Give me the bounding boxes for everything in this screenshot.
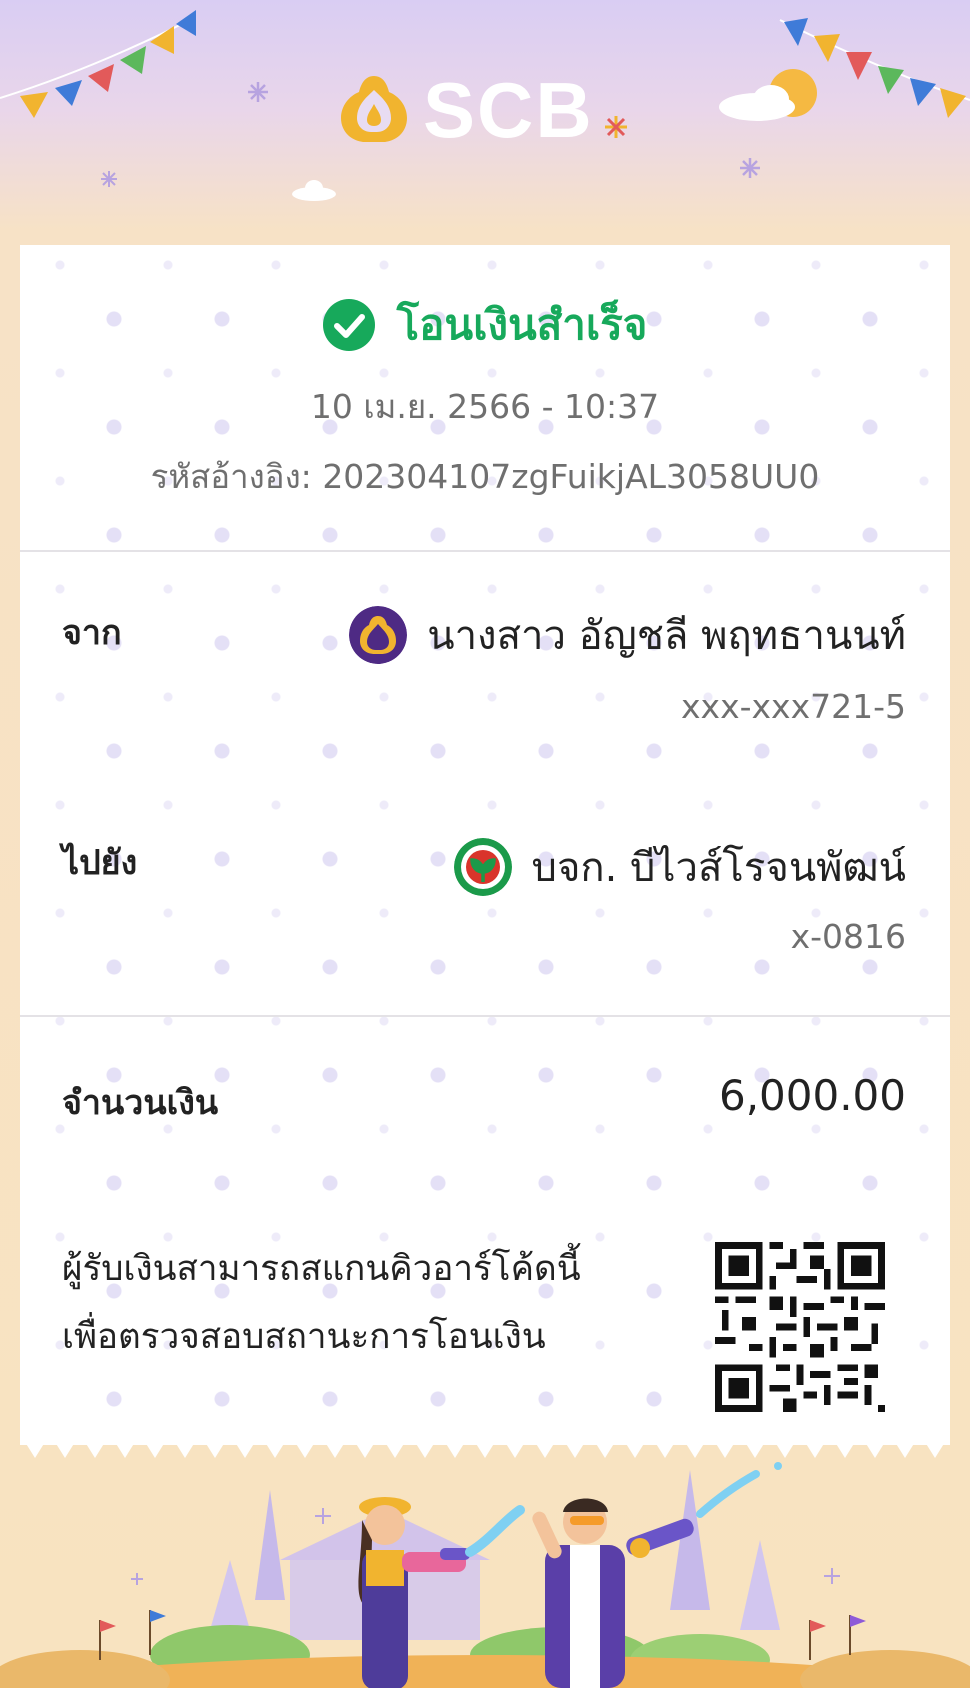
from-party: นางสาว อัญชลี พฤทธานนท์ [349, 603, 906, 667]
cloud-icon [292, 180, 336, 201]
qr-code-icon [715, 1242, 885, 1412]
sparkle-icon [740, 158, 760, 178]
to-name: บจก. บีไวส์โรจนพัฒน์ [531, 845, 906, 891]
check-circle-icon [322, 299, 375, 351]
qr-instructions-line2: เพื่อตรวจสอบสถานะการโอนเงิน [62, 1317, 546, 1357]
from-name: นางสาว อัญชลี พฤทธานนท์ [427, 613, 906, 659]
reference-row: รหัสอ้างอิง: 202304107zgFuikjAL3058UU0 [20, 450, 950, 503]
reference-label: รหัสอ้างอิง: [150, 457, 312, 496]
sparkle-icon [248, 82, 268, 102]
to-party: บจก. บีไวส์โรจนพัฒน์ [453, 835, 906, 899]
qr-instructions: ผู้รับเงินสามารถสแกนคิวอาร์โค้ดนี้ เพื่อ… [62, 1235, 682, 1371]
transaction-datetime: 10 เม.ย. 2566 - 10:37 [310, 387, 660, 426]
brand-name: SCB [423, 66, 594, 154]
from-label: จาก [62, 613, 122, 653]
scb-logo-icon [349, 606, 408, 664]
sparkle-icon [101, 171, 117, 187]
amount-label: จำนวนเงิน [62, 1083, 219, 1123]
divider [20, 550, 950, 552]
status-row: โอนเงินสำเร็จ [20, 293, 950, 357]
reference-number: 202304107zgFuikjAL3058UU0 [322, 457, 820, 496]
to-label: ไปยัง [62, 843, 138, 883]
header: SCB [0, 0, 970, 250]
scb-bell-icon [341, 76, 407, 142]
amount-value: 6,000.00 [718, 1071, 906, 1120]
bunting-left-icon [0, 10, 196, 118]
receipt-card: โอนเงินสำเร็จ 10 เม.ย. 2566 - 10:37 รหัส… [20, 245, 950, 1445]
songkran-illustration [0, 1462, 970, 1688]
from-account: xxx-xxx721-5 [681, 687, 906, 726]
kbank-logo-icon [453, 838, 512, 896]
sun-cloud-icon [719, 69, 817, 121]
transfer-status: โอนเงินสำเร็จ [396, 300, 648, 349]
qr-instructions-line1: ผู้รับเงินสามารถสแกนคิวอาร์โค้ดนี้ [62, 1249, 581, 1289]
star-icon [605, 116, 627, 138]
to-account: x-0816 [790, 917, 906, 956]
scb-logo: SCB [335, 70, 635, 150]
divider [20, 1015, 950, 1017]
